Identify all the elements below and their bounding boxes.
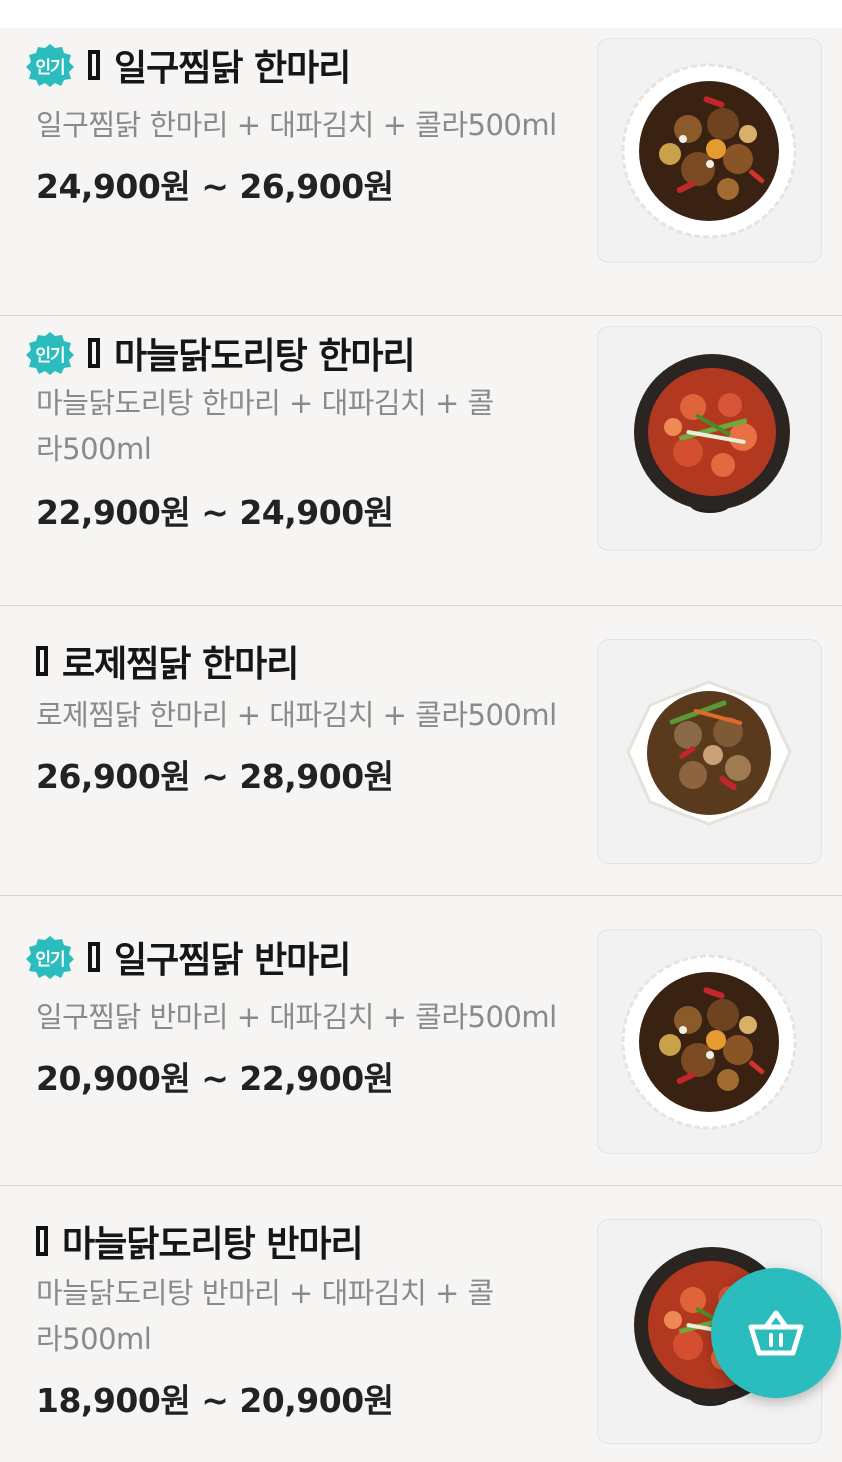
menu-item-name: 마늘닭도리탕 한마리 [114,336,416,377]
menu-item-name: 일구찜닭 반마리 [114,940,351,981]
rose-jjimdak-white-bowl-icon [626,680,792,826]
bracket-icon [36,1226,48,1256]
bracket-icon [88,338,100,368]
menu-item-image[interactable] [597,929,822,1154]
menu-item-image[interactable] [597,38,822,263]
menu-item-description: 일구찜닭 반마리 + 대파김치 + 콜라500ml [36,1000,557,1034]
menu-item-name-row: 인기 마늘닭도리탕 한마리 [24,328,416,378]
popular-badge: 인기 [24,330,76,376]
menu-item-name: 일구찜닭 한마리 [114,48,351,89]
dakdoritang-black-pot-icon [634,354,790,513]
menu-item-price: 20,900원 ~ 22,900원 [36,1059,394,1098]
menu-item[interactable]: 로제찜닭 한마리 로제찜닭 한마리 + 대파김치 + 콜라500ml 26,90… [0,606,842,896]
top-strip [0,0,842,28]
menu-item-name: 마늘닭도리탕 반마리 [62,1224,364,1265]
menu-item-image[interactable] [597,326,822,551]
menu-item-price: 22,900원 ~ 24,900원 [36,493,394,532]
bracket-icon [36,646,48,676]
menu-item-name-row: 로제찜닭 한마리 [36,636,299,686]
menu-item-description: 로제찜닭 한마리 + 대파김치 + 콜라500ml [36,698,557,732]
menu-list: 인기 일구찜닭 한마리 일구찜닭 한마리 + 대파김치 + 콜라500ml 24… [0,28,842,1462]
popular-badge: 인기 [24,934,76,980]
jjimdak-white-plate-icon [621,954,797,1130]
basket-icon [748,1310,804,1356]
jjimdak-white-plate-icon [621,63,797,239]
popular-badge-label: 인기 [35,949,65,970]
popular-badge-label: 인기 [35,57,65,78]
menu-item-name-row: 인기 일구찜닭 한마리 [24,40,351,90]
menu-item[interactable]: 인기 일구찜닭 반마리 일구찜닭 반마리 + 대파김치 + 콜라500ml 20… [0,896,842,1186]
bracket-icon [88,942,100,972]
menu-item-name: 로제찜닭 한마리 [62,644,299,685]
popular-badge-label: 인기 [35,345,65,366]
menu-item-description: 마늘닭도리탕 반마리 + 대파김치 + 콜라500ml [36,1276,494,1356]
popular-badge: 인기 [24,42,76,88]
cart-button[interactable] [711,1268,841,1398]
menu-item-price: 18,900원 ~ 20,900원 [36,1381,394,1420]
menu-item-name-row: 마늘닭도리탕 반마리 [36,1216,364,1266]
menu-item[interactable]: 인기 일구찜닭 한마리 일구찜닭 한마리 + 대파김치 + 콜라500ml 24… [0,28,842,316]
bracket-icon [88,50,100,80]
menu-item-image[interactable] [597,639,822,864]
menu-item[interactable]: 인기 마늘닭도리탕 한마리 마늘닭도리탕 한마리 + 대파김치 + 콜라500m… [0,316,842,606]
menu-item-description: 일구찜닭 한마리 + 대파김치 + 콜라500ml [36,108,557,142]
menu-item-name-row: 인기 일구찜닭 반마리 [24,932,351,982]
menu-item-price: 26,900원 ~ 28,900원 [36,757,394,796]
menu-item-description: 마늘닭도리탕 한마리 + 대파김치 + 콜라500ml [36,386,494,466]
menu-item-price: 24,900원 ~ 26,900원 [36,167,394,206]
